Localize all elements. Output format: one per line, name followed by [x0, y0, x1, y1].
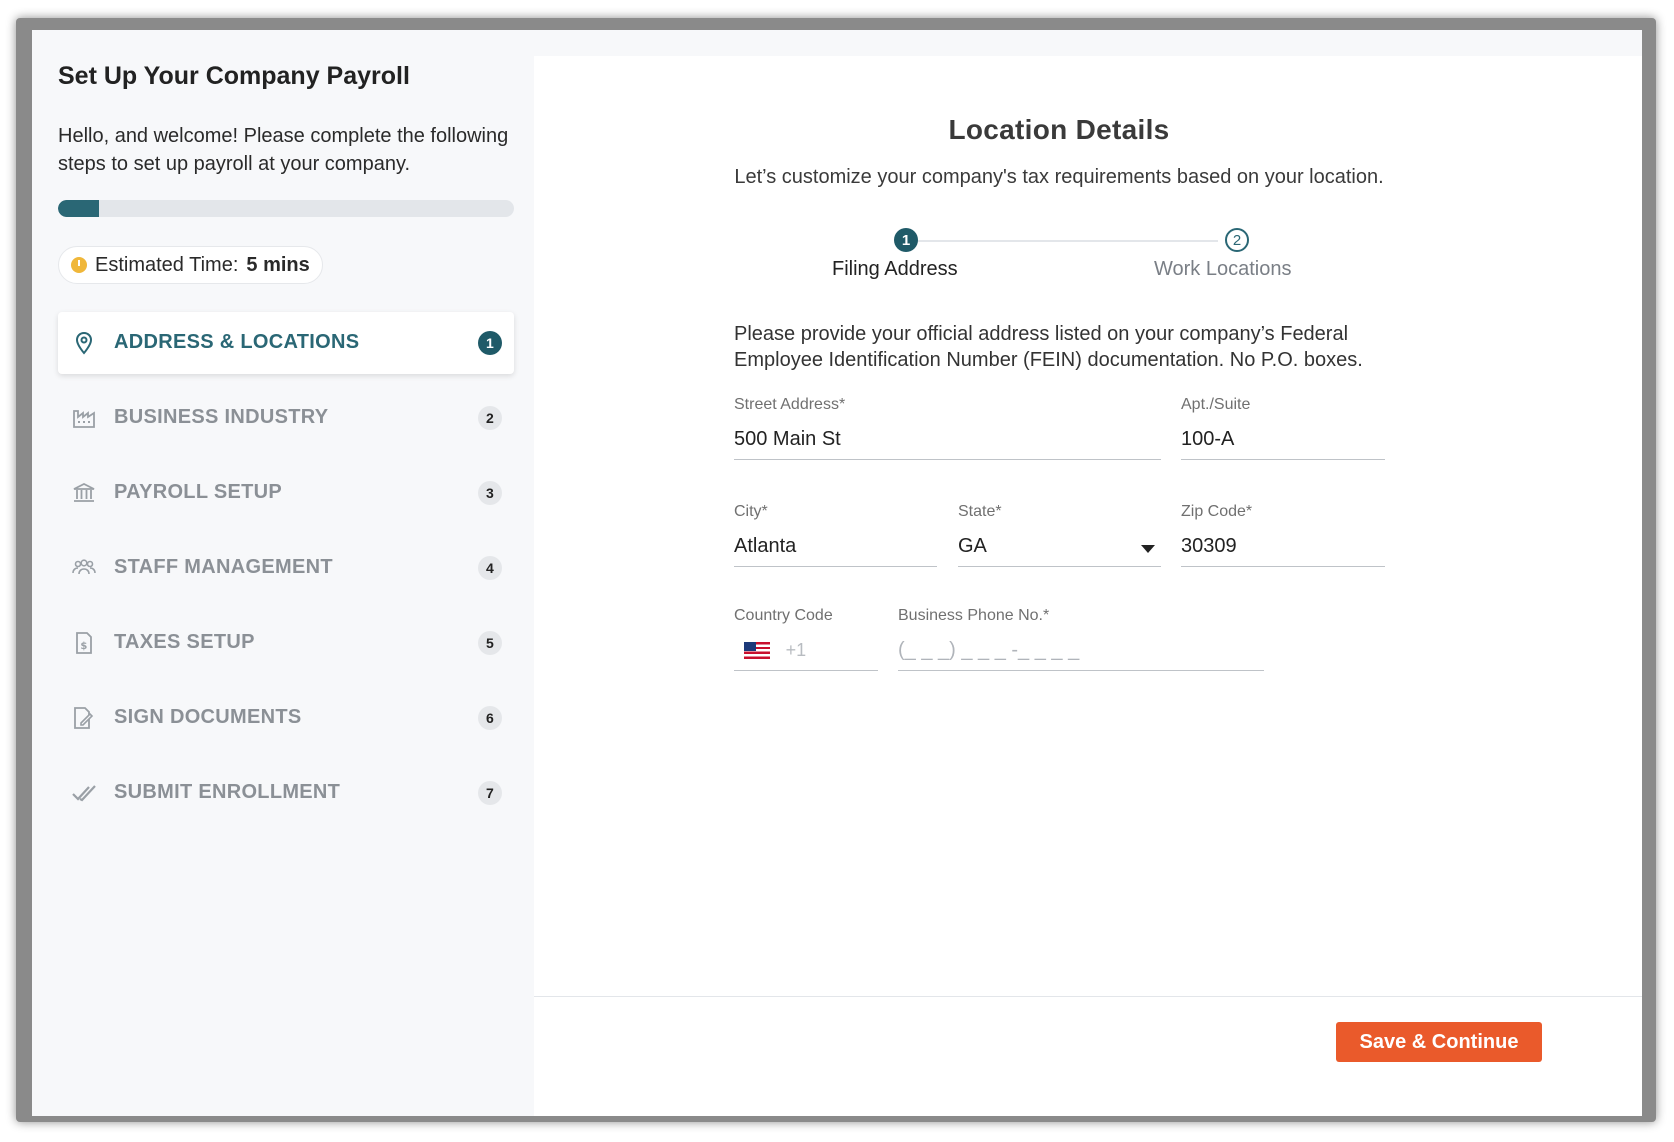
- map-pin-icon: [72, 331, 96, 355]
- main-panel: Location Details Let’s customize your co…: [534, 56, 1642, 1116]
- step-work-locations[interactable]: Work Locations: [1154, 258, 1291, 281]
- footer-divider: [534, 996, 1642, 997]
- apt-suite-label: Apt./Suite: [1181, 396, 1251, 413]
- country-code-value: +1: [785, 640, 807, 661]
- state-field: State* GA: [958, 503, 1161, 567]
- nav-item-badge: 3: [478, 481, 502, 505]
- sidebar-title: Set Up Your Company Payroll: [58, 62, 410, 90]
- apt-suite-input[interactable]: 100-A: [1181, 424, 1385, 460]
- svg-text:$: $: [80, 641, 87, 652]
- nav-item-badge: 4: [478, 556, 502, 580]
- nav-item-taxes-setup[interactable]: $ TAXES SETUP 5: [58, 612, 514, 674]
- city-input[interactable]: Atlanta: [734, 531, 937, 567]
- nav-item-payroll-setup[interactable]: PAYROLL SETUP 3: [58, 462, 514, 524]
- street-address-field: Street Address* 500 Main St: [734, 396, 1161, 460]
- step-2-indicator: 2: [1225, 228, 1249, 252]
- bank-icon: [72, 481, 96, 505]
- country-code-field: Country Code +1: [734, 607, 878, 671]
- estimated-time-label: Estimated Time:: [95, 253, 239, 276]
- nav-item-label: SUBMIT ENROLLMENT: [114, 781, 341, 803]
- business-phone-input[interactable]: (_ _ _) _ _ _ -_ _ _ _: [898, 635, 1264, 671]
- save-continue-button[interactable]: Save & Continue: [1336, 1022, 1542, 1062]
- sidebar: Set Up Your Company Payroll Hello, and w…: [32, 30, 534, 1116]
- nav-item-address-locations[interactable]: ADDRESS & LOCATIONS 1: [58, 312, 514, 374]
- clock-icon: [71, 257, 87, 273]
- zip-code-input[interactable]: 30309: [1181, 531, 1385, 567]
- city-label: City*: [734, 503, 768, 520]
- sign-document-icon: [72, 706, 96, 730]
- nav-item-sign-documents[interactable]: SIGN DOCUMENTS 6: [58, 687, 514, 749]
- apt-suite-field: Apt./Suite 100-A: [1181, 396, 1385, 460]
- progress-fill: [58, 200, 100, 217]
- street-address-input[interactable]: 500 Main St: [734, 424, 1161, 460]
- step-filing-address[interactable]: Filing Address: [832, 258, 958, 281]
- estimated-time-value: 5 mins: [246, 253, 310, 276]
- stepper-connector: [906, 240, 1218, 242]
- instruction-text: Please provide your official address lis…: [734, 323, 1363, 371]
- street-address-label: Street Address*: [734, 396, 846, 413]
- step-1-indicator: 1: [894, 228, 918, 252]
- country-code-label: Country Code: [734, 607, 833, 624]
- city-field: City* Atlanta: [734, 503, 937, 567]
- chevron-down-icon[interactable]: [1141, 545, 1155, 553]
- nav-item-business-industry[interactable]: BUSINESS INDUSTRY 2: [58, 387, 514, 449]
- nav-item-submit-enrollment[interactable]: SUBMIT ENROLLMENT 7: [58, 762, 514, 824]
- nav-item-badge: 1: [478, 331, 502, 355]
- people-icon: [72, 556, 96, 580]
- nav-item-label: BUSINESS INDUSTRY: [114, 406, 329, 428]
- welcome-text: Hello, and welcome! Please complete the …: [58, 125, 509, 175]
- sub-step-progress: 1 2 Filing Address Work Locations: [534, 224, 1642, 284]
- nav-item-badge: 7: [478, 781, 502, 805]
- nav-item-label: PAYROLL SETUP: [114, 481, 283, 503]
- double-check-icon: [72, 781, 96, 805]
- nav-item-label: STAFF MANAGEMENT: [114, 556, 333, 578]
- zip-code-field: Zip Code* 30309: [1181, 503, 1385, 567]
- setup-steps-nav: ADDRESS & LOCATIONS 1 BUSINESS INDUSTRY …: [58, 312, 514, 837]
- business-phone-label: Business Phone No.*: [898, 607, 1050, 624]
- country-code-select[interactable]: +1: [734, 635, 878, 671]
- nav-item-badge: 2: [478, 406, 502, 430]
- page-subtitle: Let’s customize your company's tax requi…: [734, 166, 1384, 188]
- progress-bar: [58, 200, 514, 217]
- state-select[interactable]: GA: [958, 531, 1161, 567]
- business-phone-field: Business Phone No.* (_ _ _) _ _ _ -_ _ _…: [898, 607, 1264, 671]
- factory-icon: [72, 406, 96, 430]
- nav-item-label: TAXES SETUP: [114, 631, 255, 653]
- nav-item-badge: 5: [478, 631, 502, 655]
- zip-code-label: Zip Code*: [1181, 503, 1253, 520]
- nav-item-staff-management[interactable]: STAFF MANAGEMENT 4: [58, 537, 514, 599]
- nav-item-label: ADDRESS & LOCATIONS: [114, 331, 360, 353]
- state-value: GA: [958, 535, 987, 557]
- state-label: State*: [958, 503, 1002, 520]
- us-flag-icon: [744, 642, 770, 660]
- app-window: Set Up Your Company Payroll Hello, and w…: [32, 30, 1642, 1116]
- nav-item-label: SIGN DOCUMENTS: [114, 706, 302, 728]
- tax-document-icon: $: [72, 631, 96, 655]
- page-title: Location Details: [948, 114, 1170, 145]
- estimated-time-badge: Estimated Time: 5 mins: [58, 246, 323, 284]
- nav-item-badge: 6: [478, 706, 502, 730]
